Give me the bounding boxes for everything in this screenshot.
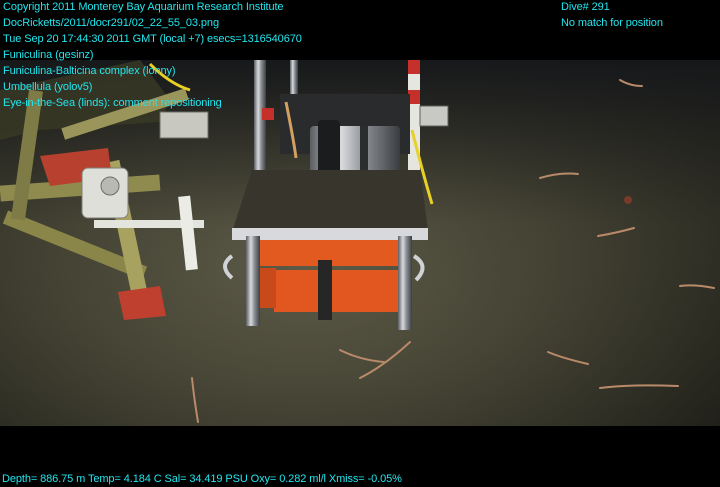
annotation-line: Eye-in-the-Sea (linds): comment repositi… xyxy=(3,97,222,109)
sensor-readout: Depth= 886.75 m Temp= 4.184 C Sal= 34.41… xyxy=(2,473,402,485)
position-status: No match for position xyxy=(561,17,663,29)
annotation-line: Umbellula (yolov5) xyxy=(3,81,93,93)
overlay-left-text: Copyright 2011 Monterey Bay Aquarium Res… xyxy=(3,0,302,111)
dive-number: Dive# 291 xyxy=(561,1,610,13)
annotation-line: Funiculina (gesinz) xyxy=(3,49,94,61)
copyright-line: Copyright 2011 Monterey Bay Aquarium Res… xyxy=(3,1,284,13)
timestamp-line: Tue Sep 20 17:44:30 2011 GMT (local +7) … xyxy=(3,33,302,45)
video-frame: Copyright 2011 Monterey Bay Aquarium Res… xyxy=(0,0,720,486)
seafloor-organism xyxy=(624,196,632,204)
annotation-line: Funiculina-Balticina complex (lonny) xyxy=(3,65,176,77)
overlay-right-text: Dive# 291 No match for position xyxy=(561,0,663,31)
seafloor-scene xyxy=(0,60,720,426)
file-path-line: DocRicketts/2011/docr291/02_22_55_03.png xyxy=(3,17,219,29)
